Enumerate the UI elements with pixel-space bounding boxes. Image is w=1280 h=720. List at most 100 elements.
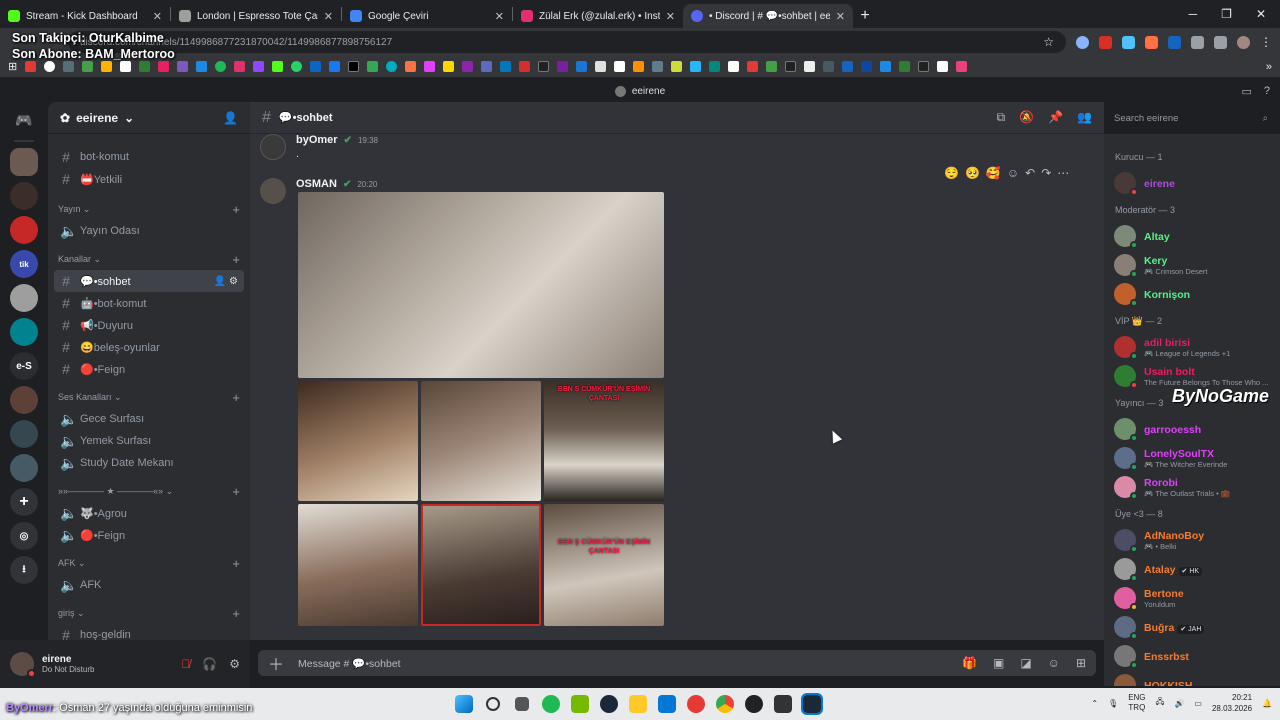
member-item[interactable]: AdNanoBoy 🎮 • Belki <box>1104 525 1280 554</box>
nvidia-icon[interactable] <box>571 695 589 713</box>
volume-icon[interactable]: 🔊 <box>1174 699 1184 708</box>
bookmark-icon[interactable] <box>671 61 683 72</box>
bookmark-icon[interactable] <box>728 61 740 72</box>
help-icon[interactable]: ? <box>1264 85 1270 98</box>
server-icon[interactable]: tik <box>10 250 38 278</box>
category-afk[interactable]: AFK ⌄ + <box>48 552 250 574</box>
threads-icon[interactable]: ⧉ <box>997 110 1006 125</box>
server-header[interactable]: ✿ eeirene ⌄ 👤 <box>48 102 250 134</box>
bookmark-icon[interactable] <box>880 61 892 72</box>
image-attachment[interactable]: BEN Ş CÜMKÜR'ÜN EŞİMİN ÇANTASI <box>544 504 664 626</box>
server-icon[interactable] <box>10 148 38 176</box>
bookmark-icon[interactable] <box>120 61 132 72</box>
extension-icon[interactable] <box>1076 35 1089 49</box>
member-item[interactable]: Bertone Yoruldum <box>1104 583 1280 612</box>
headphones-icon[interactable]: 🎧 <box>202 657 217 671</box>
reply-icon[interactable]: ↶ <box>1025 166 1035 180</box>
bookmark-icon[interactable] <box>82 61 94 72</box>
voice-gece-surfasi[interactable]: 🔈 Gece Surfası <box>54 408 244 430</box>
avatar[interactable] <box>260 134 286 160</box>
bookmark-icon[interactable] <box>177 61 189 72</box>
server-icon[interactable] <box>10 386 38 414</box>
bookmark-icon[interactable] <box>690 61 702 72</box>
bookmark-icon[interactable] <box>956 61 968 72</box>
invite-icon[interactable]: 👤 <box>223 111 238 125</box>
download-apps-icon[interactable]: ⭳ <box>10 556 38 584</box>
channel-feign[interactable]: # 🔴•Feign <box>54 358 244 380</box>
bookmark-icon[interactable] <box>557 61 569 72</box>
maximize-icon[interactable]: ❐ <box>1221 7 1232 21</box>
server-icon[interactable] <box>10 182 38 210</box>
bookmark-icon[interactable] <box>63 61 75 72</box>
forward-icon[interactable]: ↷ <box>1041 166 1051 180</box>
close-icon[interactable]: ✕ <box>666 10 675 23</box>
gear-icon[interactable]: ⚙ <box>229 657 240 671</box>
bookmark-icon[interactable] <box>139 61 151 72</box>
sticker-icon[interactable]: ◪ <box>1020 656 1031 670</box>
reaction-emoji-icon[interactable]: 🥺 <box>965 166 980 180</box>
voice-agrou[interactable]: 🔈 🐺•Agrou <box>54 502 244 524</box>
bookmark-icon[interactable] <box>804 61 816 72</box>
image-attachment-large[interactable] <box>298 192 664 378</box>
bookmark-star-icon[interactable]: ☆ <box>1043 35 1054 49</box>
server-icon[interactable] <box>10 284 38 312</box>
member-item[interactable]: Altay <box>1104 221 1280 250</box>
bookmark-icon[interactable] <box>101 61 113 72</box>
member-item[interactable]: eirene <box>1104 168 1280 197</box>
add-server-icon[interactable]: + <box>10 488 38 516</box>
tab-espresso[interactable]: London | Espresso Tote Çanta M✕ <box>171 4 341 28</box>
message-author[interactable]: OSMAN <box>296 178 337 190</box>
category-ses-kanallari[interactable]: Ses Kanalları ⌄ + <box>48 386 250 408</box>
member-item[interactable]: Kornişon <box>1104 279 1280 308</box>
gear-icon[interactable]: ⚙ <box>229 276 238 287</box>
new-tab-button[interactable]: + <box>853 4 877 28</box>
server-icon[interactable] <box>10 318 38 346</box>
reaction-emoji-icon[interactable]: 😌 <box>944 166 959 180</box>
bookmark-icon[interactable] <box>405 61 417 72</box>
mic-icon[interactable]: 🎙 <box>1108 699 1118 708</box>
member-item[interactable]: adil birisi 🎮 League of Legends +1 <box>1104 332 1280 361</box>
extensions-puzzle-icon[interactable] <box>1191 35 1204 49</box>
voice-study-date[interactable]: 🔈 Study Date Mekanı <box>54 452 244 474</box>
server-icon[interactable]: e-S <box>10 352 38 380</box>
bookmark-icon[interactable] <box>310 61 322 72</box>
bookmark-icon[interactable] <box>937 61 949 72</box>
add-channel-icon[interactable]: + <box>232 252 240 267</box>
bookmark-icon[interactable] <box>652 61 664 72</box>
language-indicator[interactable]: ENG TRQ <box>1128 693 1145 713</box>
extension-icon[interactable] <box>1145 35 1158 49</box>
member-item[interactable]: garrooessh <box>1104 414 1280 443</box>
channel-sohbet[interactable]: # 💬•sohbet 👤 ⚙ <box>54 270 244 292</box>
tab-translate[interactable]: Google Çeviri ✕ <box>342 4 512 28</box>
bookmark-icon[interactable] <box>538 61 550 72</box>
bookmark-icon[interactable] <box>25 61 37 72</box>
bookmark-icon[interactable] <box>443 61 455 72</box>
profile-avatar[interactable] <box>1237 35 1250 49</box>
add-channel-icon[interactable]: + <box>232 606 240 621</box>
bookmark-icon[interactable] <box>709 61 721 72</box>
add-channel-icon[interactable]: + <box>232 484 240 499</box>
bookmark-icon[interactable] <box>367 61 379 72</box>
voice-afk[interactable]: 🔈 AFK <box>54 574 244 596</box>
add-attachment-icon[interactable]: ＋ <box>268 651 284 675</box>
server-icon[interactable] <box>10 420 38 448</box>
gift-icon[interactable]: 🎁 <box>962 656 977 670</box>
extension-icon[interactable] <box>1099 35 1112 49</box>
channel-yayin-odasi[interactable]: 🔈 Yayın Odası <box>54 220 244 242</box>
obs-icon[interactable] <box>687 695 705 713</box>
image-attachment[interactable] <box>298 381 418 501</box>
channel-duyuru[interactable]: # 📢•Duyuru <box>54 314 244 336</box>
apps-icon[interactable]: ⊞ <box>1076 656 1086 670</box>
member-item[interactable]: Kery 🎮 Crimson Desert <box>1104 250 1280 279</box>
bookmark-icon[interactable] <box>196 61 208 72</box>
member-item[interactable]: Rorobi 🎮 The Outlast Trials • 💼 <box>1104 472 1280 501</box>
add-channel-icon[interactable]: + <box>232 556 240 571</box>
obs-studio-icon[interactable] <box>745 695 763 713</box>
store-icon[interactable] <box>658 695 676 713</box>
add-reaction-icon[interactable]: ☺ <box>1007 166 1019 180</box>
bookmark-icon[interactable] <box>595 61 607 72</box>
emoji-icon[interactable]: ☺ <box>1048 656 1060 670</box>
menu-icon[interactable]: ⋮ <box>1260 35 1272 49</box>
server-icon[interactable] <box>10 454 38 482</box>
image-attachment[interactable] <box>421 504 541 626</box>
